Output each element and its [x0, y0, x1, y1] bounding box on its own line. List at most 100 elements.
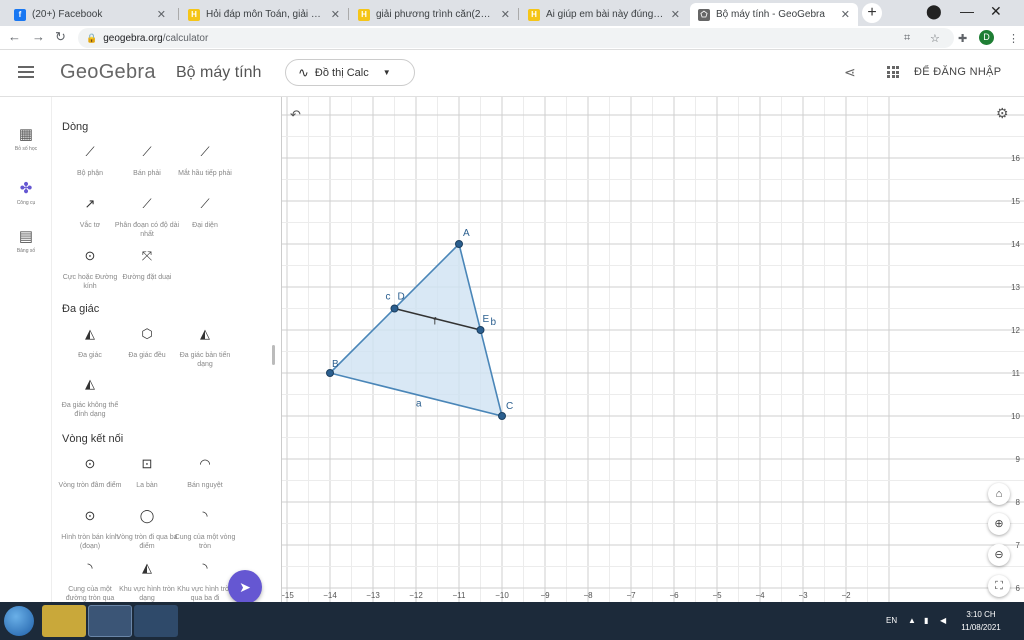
tool-circle_tools-4[interactable]: ◯ Vòng tròn đi qua ba điểm — [114, 509, 180, 551]
tool-label: Cực hoặc Đường kính — [62, 274, 118, 290]
tool-polygon_tools-2[interactable]: ◭ Đa giác bản tiến dạng — [172, 326, 238, 369]
x-tick-label: −4 — [755, 591, 765, 600]
geogebra-icon: ⬠ — [698, 8, 710, 21]
system-clock[interactable]: 3:10 CH 11/08/2021 — [958, 608, 1004, 634]
rail-item-2[interactable]: ▤ Bảng số — [0, 227, 52, 254]
file-explorer-icon[interactable] — [42, 605, 86, 637]
panel-resize-handle[interactable] — [272, 345, 275, 365]
y-tick-label: 13 — [1011, 283, 1020, 292]
tool-icon: ⤧ — [141, 248, 153, 263]
url-path: /calculator — [162, 33, 209, 44]
tab-0[interactable]: f (20+) Facebook ✕ — [6, 3, 174, 26]
login-button[interactable]: ĐỂ ĐĂNG NHẬP — [914, 66, 1001, 78]
translate-icon[interactable]: ⌗ — [904, 32, 910, 45]
rail-item-label: Bảng số — [16, 248, 36, 254]
tool-line_tools-1[interactable]: ⟋ Bán phải — [114, 144, 180, 178]
tool-circle_tools-1[interactable]: ⊡ La bàn — [114, 457, 180, 490]
apps-grid-icon[interactable] — [887, 66, 899, 78]
network-icon[interactable]: ▮ — [924, 616, 928, 625]
hoidap-icon: H — [528, 8, 540, 21]
segment-label-f: f — [434, 316, 437, 327]
tool-polygon_tools-1[interactable]: ⬡ Đa giác đều — [114, 327, 180, 360]
close-window-icon[interactable]: ✕ — [990, 3, 1002, 20]
close-tab-icon[interactable]: ✕ — [331, 8, 340, 21]
profile-avatar[interactable]: D — [979, 30, 994, 45]
tool-circle_tools-5[interactable]: ◝ Cung của một vòng tròn — [172, 509, 238, 551]
tool-line_tools-2[interactable]: ⟋ Mắt hầu tiếp phải — [172, 145, 238, 178]
browser-tab-strip: f (20+) Facebook ✕ H Hỏi đáp môn Toán, giải … — [0, 0, 1024, 26]
rail-item-1[interactable]: ✤ Công cụ — [0, 179, 52, 206]
hamburger-menu-icon[interactable] — [18, 66, 34, 78]
tab-4[interactable]: ⬠ Bộ máy tính - GeoGebra ✕ — [690, 3, 858, 26]
share-icon[interactable]: ⋖ — [844, 64, 856, 81]
new-tab-button[interactable]: + — [862, 3, 882, 23]
bookmark-star-icon[interactable]: ☆ — [930, 32, 940, 45]
volume-icon[interactable]: ◀ — [940, 616, 946, 625]
tool-label: Đa giác đều — [128, 352, 166, 359]
y-tick-label: 15 — [1011, 197, 1020, 206]
tool-icon: ◝ — [87, 560, 93, 575]
x-tick-label: −7 — [626, 591, 636, 600]
clock-date: 11/08/2021 — [961, 623, 1001, 632]
tool-icon: ⟋ — [142, 144, 152, 159]
app-switcher-dropdown[interactable]: ∿ Đồ thị Calc ▼ — [285, 59, 415, 86]
tool-line_tools-4[interactable]: ⟋ Phân đoạn có độ dài nhất — [114, 197, 180, 239]
close-tab-icon[interactable]: ✕ — [841, 8, 850, 21]
x-tick-label: −13 — [366, 591, 380, 600]
forward-icon[interactable]: → — [32, 29, 45, 44]
geogebra-logo[interactable]: GeoGebra — [60, 61, 156, 84]
reload-icon[interactable]: ↻ — [55, 29, 66, 45]
y-tick-label: 7 — [1016, 541, 1021, 550]
tool-label: Bộ phận — [76, 170, 104, 177]
more-menu-icon[interactable]: ⋮ — [1008, 32, 1019, 45]
chrome-taskbar-icon[interactable] — [88, 605, 132, 637]
profile-menu-icon[interactable]: ⬤ — [926, 3, 942, 20]
tool-polygon_tools-3[interactable]: ◭ Đa giác không thể đính dạng — [57, 377, 123, 419]
tool-label: Mắt hầu tiếp phải — [178, 170, 232, 177]
close-tab-icon[interactable]: ✕ — [157, 8, 166, 21]
tools-panel: Dòng Đa giác Vòng kết nối ⟋ Bộ phận ⟋ Bán p… — [52, 97, 282, 602]
tools-fab-button[interactable]: ➤ — [228, 570, 262, 604]
close-tab-icon[interactable]: ✕ — [671, 8, 680, 21]
app-taskbar-icon[interactable] — [134, 605, 178, 637]
tab-1[interactable]: H Hỏi đáp môn Toán, giải bài tập ✕ — [180, 3, 348, 26]
rail-item-0[interactable]: ▦ Bỏ số học — [0, 125, 52, 152]
tab-title: Bộ máy tính - GeoGebra — [716, 9, 825, 20]
zoom-in-icon[interactable]: ⊕ — [988, 513, 1010, 535]
undo-icon[interactable]: ↶ — [290, 107, 301, 123]
x-tick-label: −2 — [841, 591, 851, 600]
close-tab-icon[interactable]: ✕ — [501, 8, 510, 21]
tool-icon: ◭ — [200, 326, 210, 341]
point-b — [326, 369, 334, 377]
graph-canvas[interactable]: −15−14−13−12−11−10−9−8−7−6−5−4−3−2567891… — [282, 97, 1024, 602]
x-tick-label: −3 — [798, 591, 808, 600]
url-input[interactable]: 🔒 geogebra.org/calculator — [78, 28, 954, 48]
start-button[interactable] — [4, 606, 34, 636]
tool-label: Đại diện — [192, 222, 218, 229]
y-tick-label: 8 — [1016, 498, 1021, 507]
graphics-view[interactable]: −15−14−13−12−11−10−9−8−7−6−5−4−3−2567891… — [282, 97, 1024, 602]
home-icon[interactable]: ⌂ — [988, 483, 1010, 505]
hoidap-icon: H — [188, 8, 200, 21]
settings-gear-icon[interactable]: ⚙ — [996, 105, 1009, 122]
tool-circle_tools-2[interactable]: ◠ Bán nguyệt — [172, 457, 238, 490]
back-icon[interactable]: ← — [8, 29, 21, 44]
tool-line_tools-7[interactable]: ⤧ Đường đặt duại — [114, 248, 180, 282]
tool-line_tools-5[interactable]: ⟋ Đại diện — [172, 197, 238, 230]
tab-separator — [518, 8, 519, 20]
extensions-icon[interactable]: ✚ — [958, 32, 967, 45]
y-tick-label: 12 — [1011, 326, 1020, 335]
clock-time: 3:10 CH — [966, 610, 996, 619]
tray-up-icon[interactable]: ▲ — [908, 616, 916, 625]
tool-label: Khu vực hình tròn qua ba đi — [177, 586, 233, 602]
tab-2[interactable]: Hgiải phương trình căn(2x+1) + ✕ — [350, 3, 518, 26]
tool-circle_tools-7[interactable]: ◭ Khu vực hình tròn dạng — [114, 561, 180, 602]
fullscreen-icon[interactable]: ⛶ — [988, 575, 1010, 597]
tab-title: Hỏi đáp môn Toán, giải bài tập — [206, 9, 325, 20]
tab-3[interactable]: H Ai giúp em bài này đúng em ch ✕ — [520, 3, 688, 26]
minimize-icon[interactable]: — — [960, 3, 974, 19]
tool-icon: ⟋ — [85, 144, 95, 159]
zoom-out-icon[interactable]: ⊖ — [988, 544, 1010, 566]
language-indicator[interactable]: EN — [886, 616, 897, 625]
tool-label: La bàn — [136, 482, 158, 489]
